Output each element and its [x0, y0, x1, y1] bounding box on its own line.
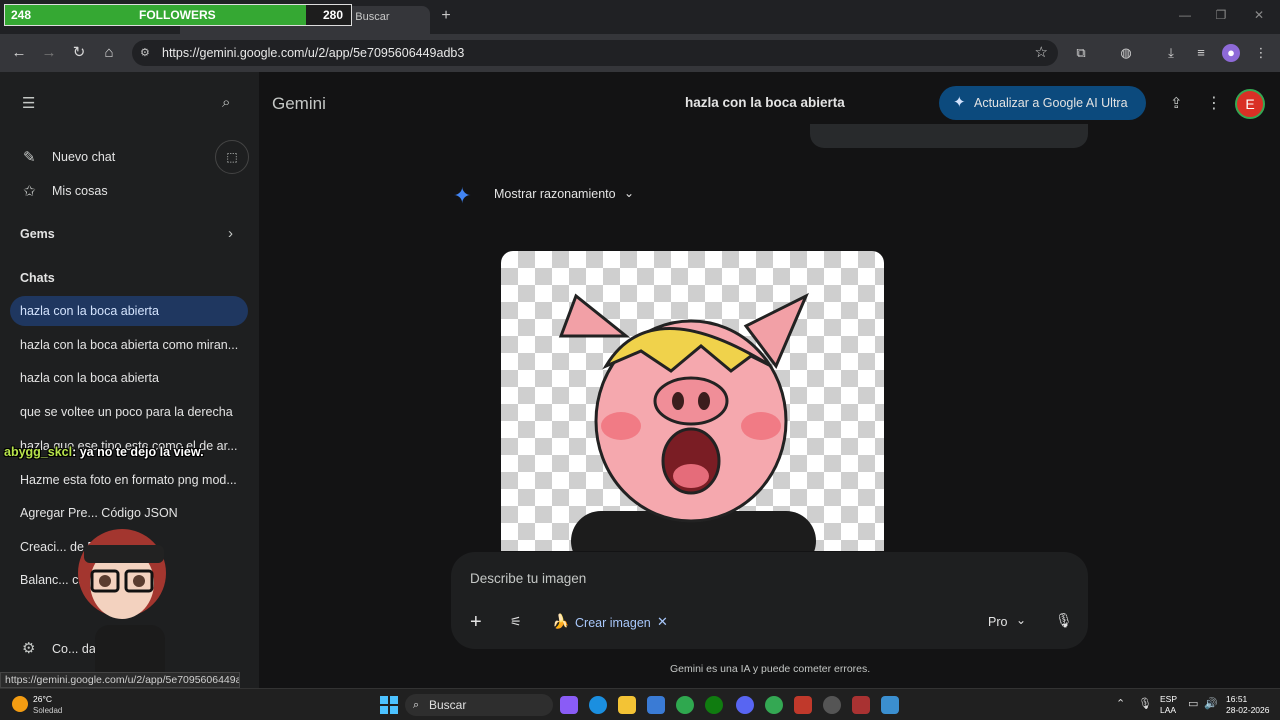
file-explorer-icon[interactable]	[618, 696, 636, 714]
chat-item[interactable]: hazla con la boca abierta	[10, 296, 248, 326]
chevron-down-icon[interactable]: ⌄	[624, 186, 634, 200]
followers-target: 280	[323, 8, 344, 22]
account-avatar[interactable]: E	[1235, 89, 1265, 119]
followers-current: 248	[11, 8, 32, 22]
stream-chat-message: abygg_skcl: ya no te dejo la view.	[4, 445, 204, 461]
prompt-composer: Describe tu imagen + ⚟ 🍌 Crear imagen ✕ …	[451, 552, 1088, 649]
browser-menu-icon[interactable]: ⋮	[1252, 44, 1270, 62]
site-settings-icon[interactable]: ⚙	[140, 46, 154, 60]
chrome-icon[interactable]	[676, 696, 694, 714]
chrome-profile-icon[interactable]	[765, 696, 783, 714]
gemini-star-icon: ✦	[453, 183, 472, 208]
my-stuff-link[interactable]: Mis cosas	[52, 184, 108, 198]
new-chat-button[interactable]: Nuevo chat	[52, 150, 115, 164]
share-icon[interactable]: ⇪	[1170, 94, 1183, 112]
chats-heading: Chats	[20, 271, 55, 285]
home-icon[interactable]: ⌂	[98, 42, 120, 64]
taskbar: 26°C Soledad ⌕ Buscar ⌃ 🎙 ESP LAA ▭ 🔊 16…	[0, 688, 1280, 720]
chat-item[interactable]: hazla con la boca abierta como miran...	[10, 330, 248, 360]
keyboard-layout-indicator[interactable]: LAA	[1160, 705, 1176, 715]
settings-gear-icon[interactable]: ⚙	[22, 639, 35, 657]
clock-time[interactable]: 16:51	[1226, 694, 1247, 704]
clock-date[interactable]: 28-02-2026	[1226, 705, 1269, 715]
more-options-icon[interactable]: ⋮	[1206, 93, 1222, 113]
store-icon[interactable]	[647, 696, 665, 714]
video-app-icon[interactable]	[794, 696, 812, 714]
discord-icon[interactable]	[736, 696, 754, 714]
show-reasoning-button[interactable]: Mostrar razonamiento	[494, 187, 616, 201]
generated-image[interactable]	[501, 251, 884, 551]
app-title[interactable]: Gemini	[272, 94, 326, 114]
search-icon: ⌕	[413, 699, 420, 711]
profile-icon[interactable]: ●	[1222, 44, 1240, 62]
search-icon[interactable]: ⌕	[222, 94, 230, 111]
weather-icon[interactable]	[12, 696, 28, 712]
photos-icon[interactable]	[881, 696, 899, 714]
minimize-icon[interactable]: —	[1170, 8, 1200, 26]
maximize-icon[interactable]: ❐	[1206, 8, 1236, 26]
add-attachment-icon[interactable]: +	[470, 611, 482, 634]
chevron-up-icon[interactable]: ⌃	[1116, 697, 1125, 710]
forward-icon[interactable]: →	[38, 42, 60, 64]
reload-icon[interactable]: ↻	[68, 42, 90, 64]
chevron-down-icon[interactable]: ⌄	[1016, 613, 1026, 627]
address-bar[interactable]: ⚙ https://gemini.google.com/u/2/app/5e70…	[132, 40, 1058, 66]
chat-item[interactable]: que se voltee un poco para la derecha	[10, 397, 248, 427]
weather-temperature[interactable]: 26°C	[33, 694, 52, 704]
extensions-icon[interactable]: ⧉	[1072, 44, 1090, 62]
temporary-chat-icon[interactable]: ⬚	[215, 140, 249, 174]
banana-icon: 🍌	[552, 613, 570, 629]
create-image-chip[interactable]: Crear imagen	[575, 616, 651, 630]
game-app-icon[interactable]	[852, 696, 870, 714]
url-text[interactable]: https://gemini.google.com/u/2/app/5e7095…	[162, 40, 464, 66]
chat-item[interactable]: hazla con la boca abierta	[10, 363, 248, 393]
chevron-right-icon[interactable]: ›	[228, 225, 233, 242]
disclaimer-text: Gemini es una IA y puede cometer errores…	[670, 663, 871, 675]
download-icon[interactable]: ⤓	[1162, 44, 1180, 62]
close-icon[interactable]: ✕	[657, 614, 668, 630]
pig-illustration	[558, 292, 816, 551]
microphone-icon[interactable]: 🎙	[1138, 697, 1152, 710]
new-chat-icon[interactable]: ✎	[23, 148, 36, 166]
model-selector[interactable]: Pro	[988, 615, 1007, 629]
edge-icon[interactable]	[589, 696, 607, 714]
bookmark-star-icon[interactable]: ☆	[1035, 43, 1048, 61]
chat-item[interactable]: Hazme esta foto en formato png mod...	[10, 465, 248, 495]
status-url-tooltip: https://gemini.google.com/u/2/app/5e7095…	[0, 672, 240, 688]
weather-location[interactable]: Soledad	[33, 706, 62, 715]
new-tab-button[interactable]: +	[436, 6, 456, 26]
menu-icon[interactable]: ☰	[22, 94, 35, 112]
taskbar-search[interactable]: ⌕ Buscar	[405, 694, 553, 716]
upgrade-button[interactable]: ✦ Actualizar a Google AI Ultra	[939, 86, 1146, 120]
back-icon[interactable]: ←	[8, 42, 30, 64]
copilot-icon[interactable]	[560, 696, 578, 714]
conversation-title[interactable]: hazla con la boca abierta	[685, 95, 845, 110]
gems-heading[interactable]: Gems	[20, 227, 55, 241]
sparkle-icon: ✦	[953, 94, 966, 111]
chat-user: abygg_skcl	[4, 445, 73, 459]
obs-icon[interactable]	[823, 696, 841, 714]
volume-icon[interactable]: 🔊	[1204, 697, 1218, 710]
media-control-icon[interactable]: ≡	[1192, 44, 1210, 62]
xbox-icon[interactable]	[705, 696, 723, 714]
my-stuff-icon[interactable]: ✩	[23, 182, 36, 200]
prompt-input[interactable]: Describe tu imagen	[470, 571, 586, 586]
incognito-icon[interactable]: ◍	[1117, 44, 1135, 62]
followers-goal-bar: 248 FOLLOWERS 280	[4, 4, 352, 26]
network-icon[interactable]: ▭	[1188, 697, 1198, 710]
microphone-icon[interactable]: 🎙	[1055, 612, 1073, 629]
streamer-avatar-overlay	[78, 529, 166, 688]
language-indicator[interactable]: ESP	[1160, 694, 1177, 704]
chat-text: : ya no te dejo la view.	[72, 445, 204, 459]
taskbar-search-label: Buscar	[429, 698, 467, 712]
close-icon[interactable]: ✕	[1244, 8, 1274, 26]
followers-label: FOLLOWERS	[139, 8, 216, 22]
upgrade-label: Actualizar a Google AI Ultra	[974, 96, 1128, 110]
tools-icon[interactable]: ⚟	[510, 614, 522, 630]
start-button[interactable]	[380, 696, 398, 714]
previous-message-bubble	[810, 124, 1088, 148]
